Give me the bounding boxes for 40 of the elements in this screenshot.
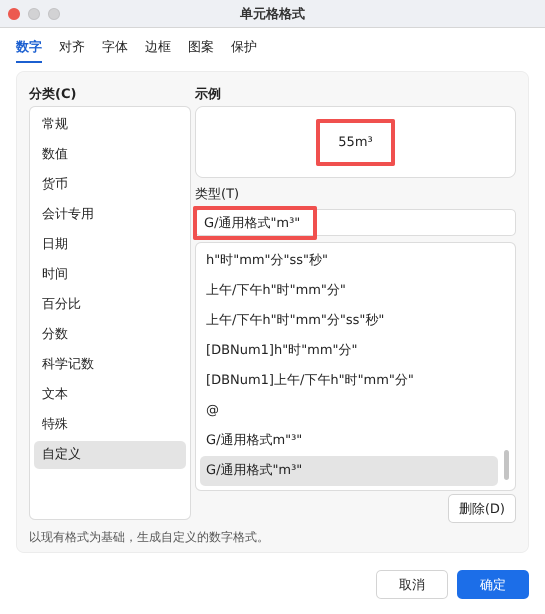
format-item[interactable]: [DBNum1]上午/下午h"时"mm"分" — [200, 366, 498, 396]
format-item[interactable]: 上午/下午h"时"mm"分"ss"秒" — [200, 306, 498, 336]
category-label: 分类(C) — [29, 86, 78, 104]
type-label: 类型(T) — [195, 186, 240, 204]
sample-label: 示例 — [195, 86, 222, 104]
tab[interactable]: 图案 — [188, 36, 214, 63]
tab[interactable]: 对齐 — [59, 36, 85, 63]
format-item[interactable]: 上午/下午h"时"mm"分" — [200, 276, 498, 306]
scrollbar-thumb[interactable] — [504, 450, 509, 480]
tab[interactable]: 保护 — [231, 36, 257, 63]
tab[interactable]: 边框 — [145, 36, 171, 63]
category-item[interactable]: 会计专用 — [34, 201, 186, 229]
format-item[interactable]: @ — [200, 396, 498, 426]
description-text: 以现有格式为基础，生成自定义的数字格式。 — [29, 529, 270, 546]
format-item[interactable]: G/通用格式"m³" — [200, 456, 498, 486]
category-item[interactable]: 自定义 — [34, 441, 186, 469]
tab[interactable]: 字体 — [102, 36, 128, 63]
maximize-icon[interactable] — [48, 8, 60, 20]
minimize-icon[interactable] — [28, 8, 40, 20]
tab[interactable]: 数字 — [16, 36, 42, 63]
format-item[interactable]: [DBNum1]h"时"mm"分" — [200, 336, 498, 366]
category-item[interactable]: 科学记数 — [34, 351, 186, 379]
category-item[interactable]: 分数 — [34, 321, 186, 349]
format-item[interactable]: h"时"mm"分"ss"秒" — [200, 246, 498, 276]
category-item[interactable]: 货币 — [34, 171, 186, 199]
type-field[interactable]: G/通用格式"m³" — [195, 209, 516, 236]
cancel-button[interactable]: 取消 — [376, 570, 448, 599]
category-item[interactable]: 文本 — [34, 381, 186, 409]
ok-button[interactable]: 确定 — [457, 570, 529, 599]
category-item[interactable]: 常规 — [34, 111, 186, 139]
category-item[interactable]: 日期 — [34, 231, 186, 259]
category-item[interactable]: 数值 — [34, 141, 186, 169]
window-title: 单元格格式 — [240, 6, 305, 22]
category-item[interactable]: 百分比 — [34, 291, 186, 319]
format-item[interactable]: G/通用格式m"³" — [200, 426, 498, 456]
category-item[interactable]: 时间 — [34, 261, 186, 289]
category-item[interactable]: 特殊 — [34, 411, 186, 439]
close-icon[interactable] — [8, 8, 20, 20]
sample-value: 55m³ — [316, 118, 395, 166]
delete-button[interactable]: 删除(D) — [448, 494, 516, 523]
